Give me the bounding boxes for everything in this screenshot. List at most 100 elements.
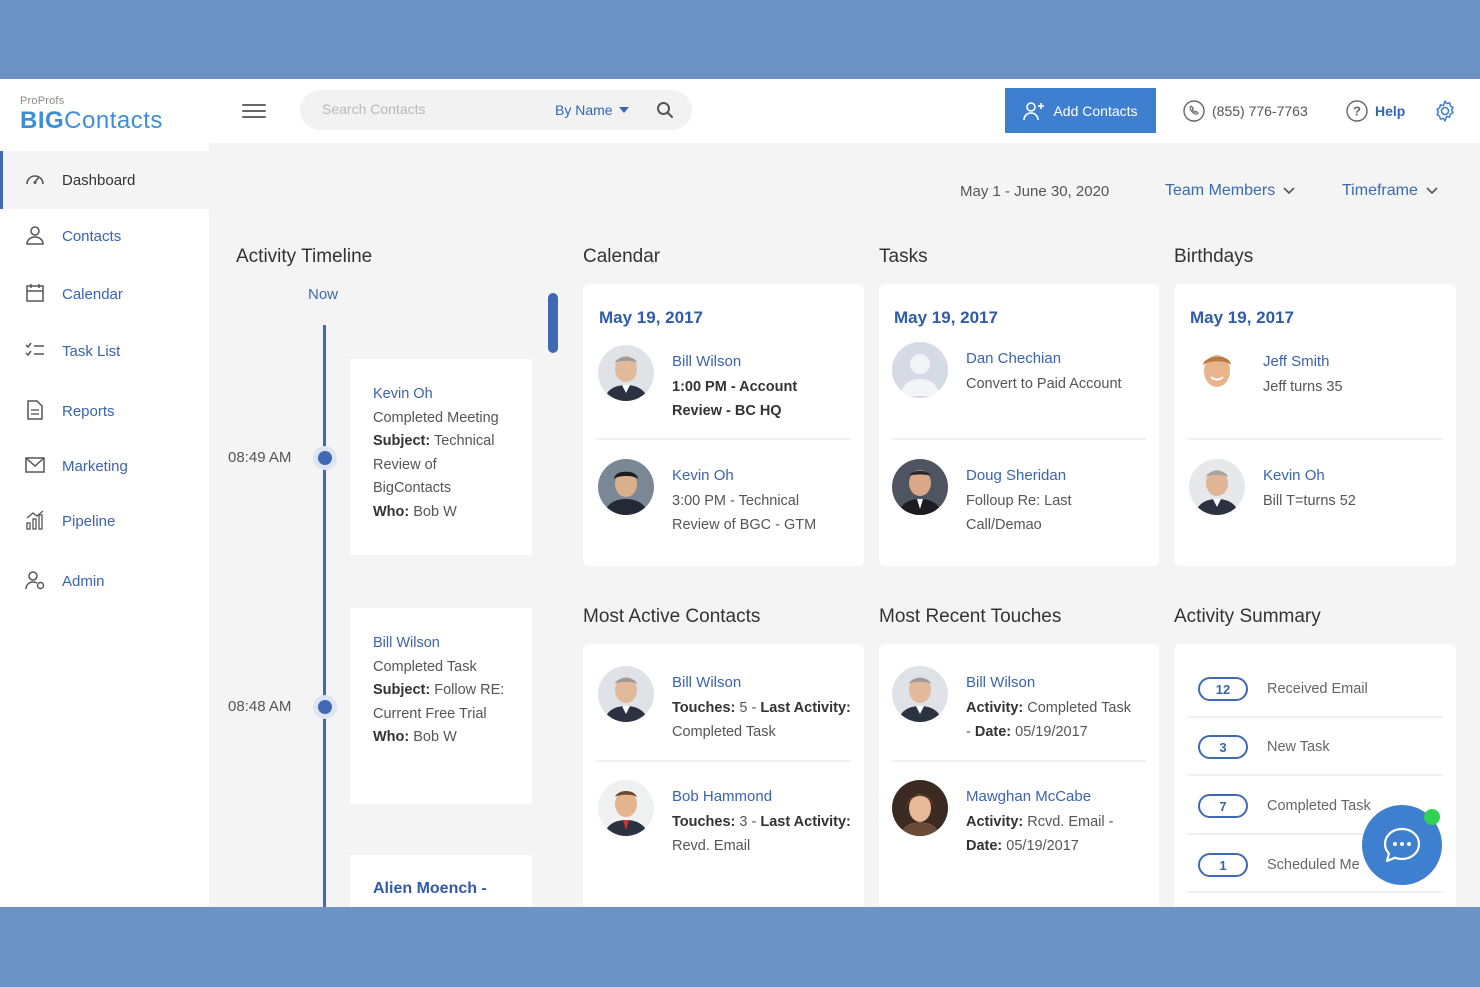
divider — [1187, 716, 1443, 718]
timeline-contact-name[interactable]: Kevin Oh — [373, 383, 532, 407]
sidebar-item-task-list[interactable]: Task List — [0, 322, 209, 380]
chevron-down-icon — [1426, 187, 1438, 195]
most-active-contacts-title: Most Active Contacts — [583, 606, 761, 627]
phone-text: (855) 776-7763 — [1212, 103, 1308, 119]
last-activity-value: Completed Task — [672, 723, 776, 740]
timeline-contact-name[interactable]: Alien Moench - — [373, 877, 532, 901]
sidebar-item-dashboard[interactable]: Dashboard — [0, 151, 212, 209]
entry-name[interactable]: Dan Chechian — [966, 350, 1061, 367]
entry-line-2: Call/Demao — [966, 516, 1042, 533]
sidebar-item-pipeline[interactable]: Pipeline — [0, 492, 209, 550]
entry-name[interactable]: Bill Wilson — [672, 353, 741, 370]
entry-line-1: 1:00 PM - Account — [672, 379, 798, 395]
admin-user-icon — [25, 571, 45, 590]
entry-name[interactable]: Bill Wilson — [672, 674, 741, 691]
entry-name[interactable]: Bill Wilson — [966, 674, 1035, 691]
last-activity-label: Last Activity: — [760, 814, 851, 830]
entry-desc: Activity: Completed Task - Date: 05/19/2… — [966, 697, 1131, 744]
phone-number[interactable]: (855) 776-7763 — [1183, 100, 1308, 122]
entry-name[interactable]: Kevin Oh — [1263, 467, 1325, 484]
touches-value: 5 - — [735, 700, 761, 716]
entry-name[interactable]: Bob Hammond — [672, 788, 772, 805]
date-value: 05/19/2017 — [1002, 837, 1079, 854]
touches-label: Touches: — [672, 700, 736, 716]
summary-row[interactable]: 3 New Task — [1198, 732, 1438, 762]
chat-bubble-icon — [1383, 827, 1421, 863]
activity-value: Completed Task — [1023, 700, 1131, 716]
search-icon[interactable] — [656, 101, 674, 119]
summary-label: Received Email — [1267, 681, 1368, 697]
entry-desc: Touches: 3 - Last Activity: Revd. Email — [672, 811, 851, 858]
entry-name[interactable]: Kevin Oh — [672, 467, 734, 484]
search-mode-dropdown[interactable]: By Name — [555, 102, 629, 118]
entry-name[interactable]: Mawghan McCabe — [966, 788, 1091, 805]
last-activity-label: Last Activity: — [760, 700, 851, 716]
most-recent-touches-title: Most Recent Touches — [879, 606, 1062, 627]
date-range: May 1 - June 30, 2020 — [960, 183, 1110, 200]
entry-desc: Touches: 5 - Last Activity: Completed Tas… — [672, 697, 851, 744]
timeframe-dropdown[interactable]: Timeframe — [1342, 182, 1438, 200]
timeline-dot — [318, 451, 332, 465]
gear-icon[interactable] — [1433, 99, 1457, 123]
subject-text: Follow RE: — [430, 682, 505, 698]
add-contacts-label: Add Contacts — [1053, 102, 1138, 119]
avatar — [598, 666, 654, 722]
sidebar-item-admin[interactable]: Admin — [0, 552, 209, 610]
subject-label: Subject: — [373, 433, 431, 449]
gauge-icon — [26, 175, 44, 185]
sidebar: Dashboard Contacts Calendar Task List Re… — [0, 143, 212, 907]
hamburger-menu-icon[interactable] — [242, 101, 266, 121]
subject-label: Subject: — [373, 682, 431, 698]
count-badge: 1 — [1198, 853, 1248, 877]
add-contacts-button[interactable]: Add Contacts — [1005, 88, 1156, 133]
timeline-card[interactable]: Alien Moench - — [350, 855, 532, 907]
card-date: May 19, 2017 — [894, 308, 998, 327]
count-badge: 12 — [1198, 677, 1248, 701]
recent-touches-card: Bill Wilson Activity: Completed Task - D… — [879, 644, 1159, 907]
sidebar-item-label: Admin — [62, 572, 105, 590]
timeline-scrollbar[interactable] — [548, 293, 558, 353]
timeline-now-label: Now — [308, 286, 339, 303]
help-link[interactable]: ? Help — [1346, 100, 1405, 122]
sidebar-item-reports[interactable]: Reports — [0, 382, 209, 440]
sidebar-item-calendar[interactable]: Calendar — [0, 265, 209, 323]
user-icon — [26, 226, 44, 245]
subject-text-2: Review of — [373, 456, 437, 473]
timeline-who: Who: Bob W — [373, 501, 532, 525]
avatar — [598, 459, 654, 515]
timeline-contact-name[interactable]: Bill Wilson — [373, 632, 532, 656]
separator: - — [966, 723, 975, 740]
team-members-dropdown[interactable]: Team Members — [1165, 182, 1295, 200]
divider — [1187, 891, 1443, 893]
card-date: May 19, 2017 — [1190, 308, 1294, 327]
activity-label: Activity: — [966, 700, 1024, 716]
birthdays-card: May 19, 2017 Jeff Smith Jeff turns 35 Ke… — [1174, 284, 1456, 566]
subject-text: Technical — [430, 433, 495, 449]
envelope-icon — [25, 457, 45, 473]
summary-label: Scheduled Me — [1267, 857, 1360, 873]
entry-name[interactable]: Jeff Smith — [1263, 353, 1329, 370]
entry-desc: Bill T=turns 52 — [1263, 493, 1356, 509]
divider — [596, 760, 851, 762]
subject-text-3: BigContacts — [373, 480, 452, 496]
avatar — [1189, 459, 1245, 515]
logo[interactable]: ProProfs BIGContacts — [20, 95, 163, 134]
search-input[interactable] — [320, 100, 534, 118]
sidebar-item-label: Reports — [62, 402, 115, 420]
summary-row[interactable]: 12 Received Email — [1198, 674, 1438, 704]
summary-label: New Task — [1267, 739, 1330, 755]
logo-wordmark: BIGContacts — [20, 108, 163, 134]
divider — [596, 438, 851, 440]
timeline-who: Who: Bob W — [373, 726, 532, 750]
document-icon — [27, 400, 43, 420]
entry-desc: 3:00 PM - Technical Review of BGC - GTM — [672, 490, 816, 537]
sidebar-item-label: Marketing — [62, 457, 128, 475]
timeline-card[interactable]: Kevin Oh Completed Meeting Subject: Tech… — [350, 359, 532, 555]
sidebar-item-contacts[interactable]: Contacts — [0, 207, 209, 265]
sidebar-item-marketing[interactable]: Marketing — [0, 437, 209, 495]
entry-name[interactable]: Doug Sheridan — [966, 467, 1066, 484]
calendar-icon — [26, 284, 44, 302]
search-mode-label: By Name — [555, 102, 613, 118]
timeline-card[interactable]: Bill Wilson Completed Task Subject: Foll… — [350, 608, 532, 804]
activity-timeline-title: Activity Timeline — [236, 246, 373, 267]
